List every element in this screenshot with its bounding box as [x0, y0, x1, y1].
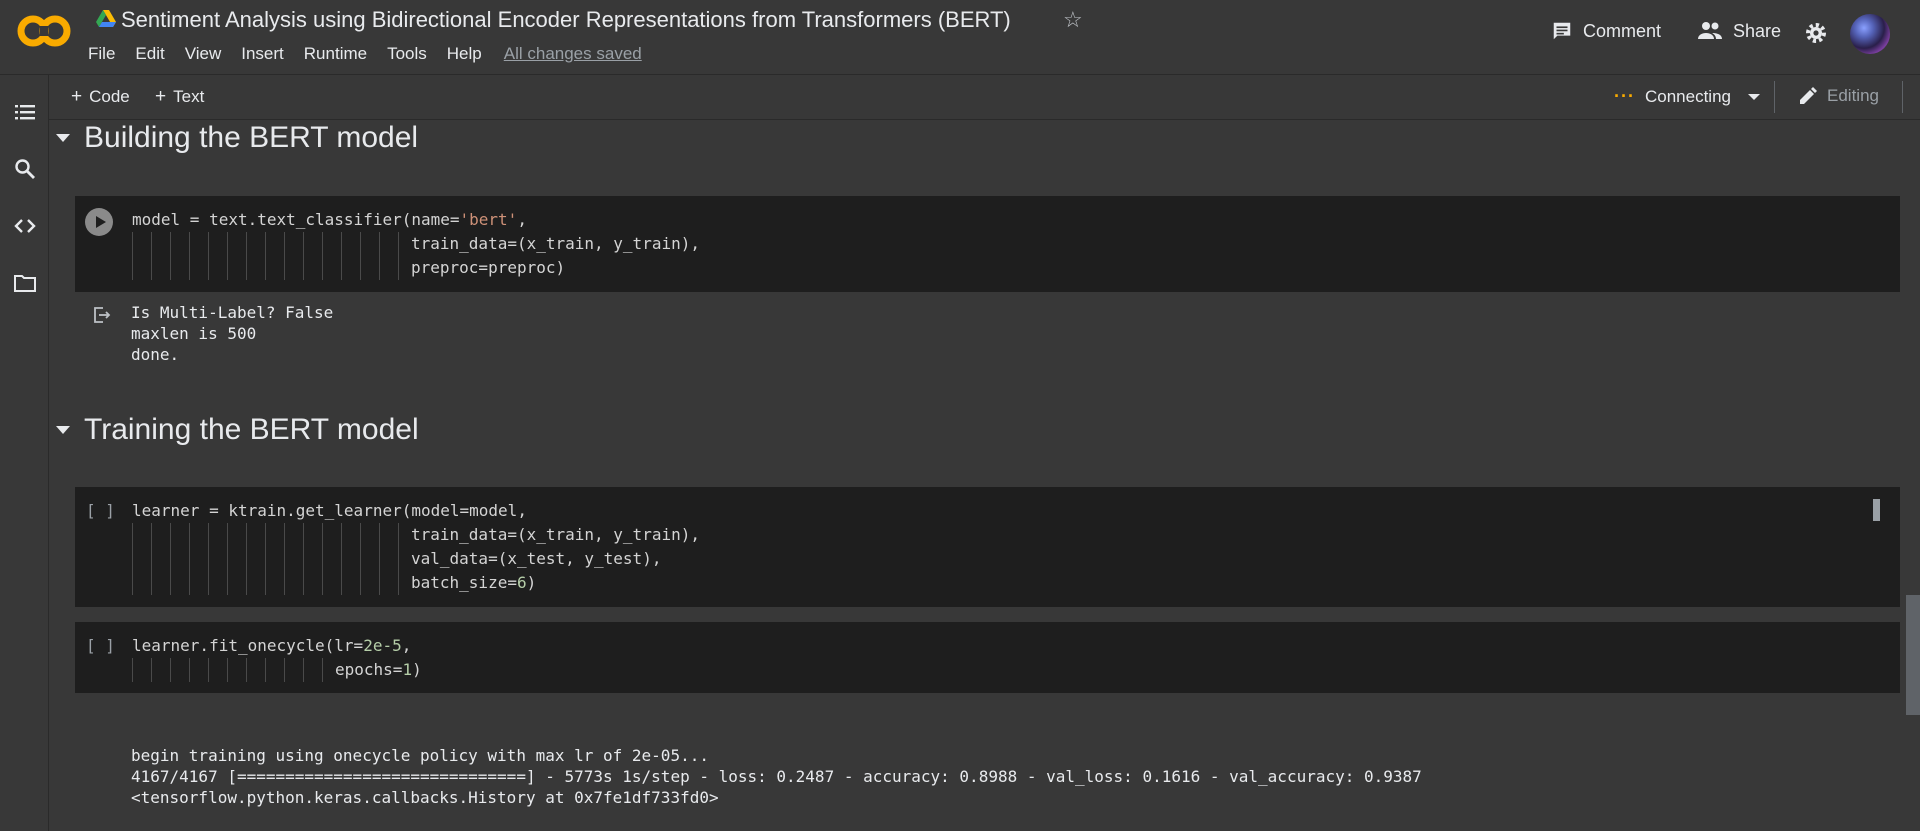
people-icon: [1698, 22, 1722, 39]
code-line[interactable]: val_data=(x_test, y_test),: [411, 547, 661, 571]
code-line[interactable]: epochs=1): [335, 658, 422, 682]
code-line: train_data=(x_train, y_train),: [411, 234, 700, 253]
google-drive-icon: [96, 10, 116, 27]
runtime-connect-button[interactable]: ··· Connecting: [1614, 86, 1761, 107]
output-line: Is Multi-Label? False: [131, 303, 334, 322]
section-header[interactable]: Training the BERT model: [56, 413, 419, 447]
gear-icon[interactable]: [1804, 21, 1828, 45]
editing-mode-button[interactable]: Editing: [1798, 86, 1879, 106]
toolbar-divider: [1774, 81, 1775, 113]
toolbar-divider: [1902, 81, 1903, 113]
execution-count[interactable]: [ ]: [86, 501, 115, 520]
user-avatar[interactable]: [1850, 14, 1890, 54]
connection-status: Connecting: [1644, 86, 1731, 106]
menu-view[interactable]: View: [185, 44, 222, 64]
code-line[interactable]: batch_size=6): [411, 571, 536, 595]
run-cell-button[interactable]: [85, 208, 113, 236]
pencil-icon: [1800, 87, 1817, 104]
plus-icon: +: [155, 86, 167, 107]
output-line: 4167/4167 [=============================…: [131, 767, 1422, 786]
comment-button[interactable]: Comment: [1551, 20, 1661, 42]
collapse-triangle-icon[interactable]: [56, 134, 70, 142]
menu-insert[interactable]: Insert: [241, 44, 284, 64]
menu-bar: File Edit View Insert Runtime Tools Help…: [88, 44, 642, 64]
share-label: Share: [1733, 20, 1782, 41]
colab-logo[interactable]: [16, 14, 72, 48]
left-sidebar: [0, 75, 49, 831]
execution-count[interactable]: [ ]: [86, 636, 115, 655]
add-text-label: Text: [173, 87, 205, 106]
menu-runtime[interactable]: Runtime: [304, 44, 367, 64]
menu-help[interactable]: Help: [447, 44, 482, 64]
section-header[interactable]: Building the BERT model: [56, 121, 418, 155]
add-code-button[interactable]: + Code: [71, 86, 130, 108]
code-editor[interactable]: model = text.text_classifier(name='bert'…: [132, 208, 527, 232]
share-button[interactable]: Share: [1697, 20, 1781, 42]
code-cell[interactable]: [ ] learner = ktrain.get_learner(model=m…: [75, 487, 1900, 607]
menu-tools[interactable]: Tools: [387, 44, 427, 64]
cell-output: begin training using onecycle policy wit…: [131, 745, 1422, 808]
output-line: begin training using onecycle policy wit…: [131, 746, 709, 765]
comment-icon: [1553, 22, 1571, 40]
comment-label: Comment: [1583, 20, 1662, 41]
code-cell[interactable]: model = text.text_classifier(name='bert'…: [75, 196, 1900, 292]
search-icon[interactable]: [14, 158, 36, 180]
code-line[interactable]: train_data=(x_train, y_train),: [411, 523, 700, 547]
notebook-toolbar: + Code + Text ··· Connecting Editing: [49, 75, 1920, 120]
plus-icon: +: [71, 86, 83, 107]
cell-scroll-marker: [1873, 499, 1880, 521]
save-status-link[interactable]: All changes saved: [504, 44, 642, 64]
table-of-contents-icon[interactable]: [14, 101, 36, 123]
output-line: <tensorflow.python.keras.callbacks.Histo…: [131, 788, 719, 807]
chevron-down-icon[interactable]: [1747, 92, 1761, 102]
menu-edit[interactable]: Edit: [135, 44, 164, 64]
connecting-dots-icon: ···: [1614, 86, 1635, 106]
output-line: done.: [131, 345, 180, 364]
add-code-label: Code: [89, 87, 130, 106]
app-header: Sentiment Analysis using Bidirectional E…: [0, 0, 1920, 75]
code-line: preproc=preproc): [411, 258, 566, 277]
menu-file[interactable]: File: [88, 44, 115, 64]
notebook-title[interactable]: Sentiment Analysis using Bidirectional E…: [121, 7, 1011, 33]
add-text-button[interactable]: + Text: [155, 86, 204, 108]
editing-label: Editing: [1827, 86, 1879, 105]
code-snippets-icon[interactable]: [14, 215, 36, 237]
output-line: maxlen is 500: [131, 324, 257, 343]
code-line[interactable]: learner.fit_onecycle(lr=2e-5,: [132, 634, 411, 658]
code-line[interactable]: learner = ktrain.get_learner(model=model…: [132, 499, 527, 523]
scrollbar[interactable]: [1906, 595, 1920, 715]
star-icon[interactable]: ☆: [1063, 7, 1083, 33]
output-icon[interactable]: [92, 305, 112, 325]
collapse-triangle-icon[interactable]: [56, 426, 70, 434]
code-cell[interactable]: [ ] learner.fit_onecycle(lr=2e-5, epochs…: [75, 622, 1900, 693]
code-line: model = text.text_classifier(name='bert'…: [132, 210, 527, 229]
files-icon[interactable]: [14, 272, 36, 294]
section-title: Building the BERT model: [84, 121, 419, 154]
cell-output: Is Multi-Label? False maxlen is 500 done.: [131, 302, 333, 365]
section-title: Training the BERT model: [84, 413, 419, 446]
